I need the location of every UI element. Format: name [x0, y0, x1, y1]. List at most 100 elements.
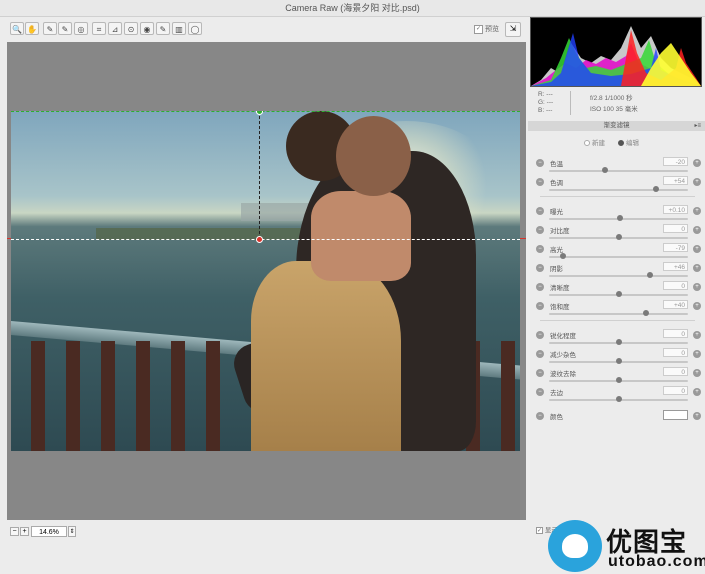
slider-increase-icon[interactable]: +: [693, 226, 701, 234]
red-eye-tool-button[interactable]: ◉: [140, 22, 154, 35]
mode-edit-radio[interactable]: [618, 140, 624, 147]
slider-track[interactable]: [549, 272, 688, 278]
slider-row: − 减少杂色 0 +: [536, 347, 701, 366]
crop-tool-button[interactable]: ⌗: [92, 22, 106, 35]
panel-menu-icon[interactable]: ▸≡: [694, 121, 701, 131]
preview-checkbox[interactable]: ✓: [474, 24, 484, 34]
slider-increase-icon[interactable]: +: [693, 350, 701, 358]
slider-thumb[interactable]: [559, 253, 566, 259]
zoom-level-field[interactable]: 14.6%: [31, 526, 67, 537]
slider-decrease-icon[interactable]: −: [536, 283, 544, 291]
slider-value-field[interactable]: +46: [663, 262, 688, 271]
slider-increase-icon[interactable]: +: [693, 178, 701, 186]
color-reset-icon[interactable]: −: [536, 412, 544, 420]
slider-decrease-icon[interactable]: −: [536, 207, 544, 215]
mode-new-radio[interactable]: [584, 140, 590, 147]
mode-edit-option[interactable]: 编辑: [618, 137, 639, 147]
slider-decrease-icon[interactable]: −: [536, 388, 544, 396]
mode-new-label: 新建: [592, 140, 605, 147]
slider-value-field[interactable]: 0: [663, 281, 688, 290]
slider-value-field[interactable]: -20: [663, 157, 688, 166]
slider-increase-icon[interactable]: +: [693, 264, 701, 272]
slider-decrease-icon[interactable]: −: [536, 226, 544, 234]
hand-tool-button[interactable]: ✋: [25, 22, 39, 35]
filter-start-line[interactable]: [11, 111, 520, 112]
adjustment-brush-tool-button[interactable]: ✎: [156, 22, 170, 35]
slider-thumb[interactable]: [653, 186, 660, 192]
slider-thumb[interactable]: [601, 167, 608, 173]
photo-preview[interactable]: [11, 111, 520, 451]
slider-thumb[interactable]: [647, 272, 654, 278]
color-sampler-tool-button[interactable]: ✎: [58, 22, 72, 35]
slider-increase-icon[interactable]: +: [693, 207, 701, 215]
slider-value-field[interactable]: 0: [663, 348, 688, 357]
radial-filter-tool-button[interactable]: ◯: [188, 22, 202, 35]
slider-decrease-icon[interactable]: −: [536, 159, 544, 167]
slider-decrease-icon[interactable]: −: [536, 369, 544, 377]
filter-axis-line[interactable]: [259, 111, 260, 239]
slider-value-field[interactable]: 0: [663, 367, 688, 376]
slider-track[interactable]: [549, 377, 688, 383]
targeted-adjust-tool-button[interactable]: ◎: [74, 22, 88, 35]
slider-decrease-icon[interactable]: −: [536, 264, 544, 272]
slider-decrease-icon[interactable]: −: [536, 331, 544, 339]
filter-end-pin[interactable]: [256, 236, 263, 243]
slider-value-field[interactable]: -79: [663, 243, 688, 252]
slider-increase-icon[interactable]: +: [693, 369, 701, 377]
straighten-tool-button[interactable]: ⊿: [108, 22, 122, 35]
slider-decrease-icon[interactable]: −: [536, 178, 544, 186]
slider-value-field[interactable]: +54: [663, 176, 688, 185]
readout-g: G: ---: [538, 99, 554, 106]
slider-track[interactable]: [549, 291, 688, 297]
slider-track[interactable]: [549, 186, 688, 192]
slider-increase-icon[interactable]: +: [693, 159, 701, 167]
graduated-filter-tool-button[interactable]: ▥: [172, 22, 186, 35]
slider-value-field[interactable]: +40: [663, 300, 688, 309]
slider-thumb[interactable]: [643, 310, 650, 316]
slider-decrease-icon[interactable]: −: [536, 302, 544, 310]
slider-increase-icon[interactable]: +: [693, 283, 701, 291]
show-overlay-checkbox[interactable]: ✓: [536, 526, 543, 534]
slider-decrease-icon[interactable]: −: [536, 245, 544, 253]
mode-new-option[interactable]: 新建: [584, 137, 605, 147]
filter-start-pin[interactable]: [256, 111, 263, 115]
slider-track[interactable]: [549, 396, 688, 402]
slider-value-field[interactable]: +0.10: [663, 205, 688, 214]
slider-decrease-icon[interactable]: −: [536, 350, 544, 358]
slider-value-field[interactable]: 0: [663, 329, 688, 338]
slider-track[interactable]: [549, 215, 688, 221]
slider-increase-icon[interactable]: +: [693, 388, 701, 396]
slider-thumb[interactable]: [615, 358, 622, 364]
image-canvas[interactable]: [7, 42, 526, 520]
slider-track[interactable]: [549, 234, 688, 240]
slider-track[interactable]: [549, 358, 688, 364]
slider-track[interactable]: [549, 339, 688, 345]
slider-thumb[interactable]: [615, 234, 622, 240]
filter-end-line[interactable]: [11, 239, 520, 240]
slider-thumb[interactable]: [615, 339, 622, 345]
color-swatch[interactable]: [663, 410, 688, 420]
slider-thumb[interactable]: [615, 291, 622, 297]
zoom-out-icon[interactable]: −: [10, 527, 19, 536]
slider-increase-icon[interactable]: +: [693, 331, 701, 339]
spot-removal-tool-button[interactable]: ⊙: [124, 22, 138, 35]
zoom-in-icon[interactable]: +: [20, 527, 29, 536]
zoom-tool-button[interactable]: 🔍: [10, 22, 24, 35]
color-plus-icon[interactable]: +: [693, 412, 701, 420]
white-balance-tool-button[interactable]: ✎: [43, 22, 57, 35]
zoom-dropdown-icon[interactable]: ⇕: [68, 526, 76, 537]
woman-shoulders: [311, 191, 411, 281]
color-row: − 颜色 +: [536, 409, 701, 423]
slider-thumb[interactable]: [615, 396, 622, 402]
preview-toggle[interactable]: ✓ 预览: [474, 24, 499, 34]
slider-track[interactable]: [549, 167, 688, 173]
slider-track[interactable]: [549, 253, 688, 259]
slider-thumb[interactable]: [616, 215, 623, 221]
fullscreen-icon[interactable]: ⇲: [505, 22, 521, 37]
slider-thumb[interactable]: [615, 377, 622, 383]
slider-increase-icon[interactable]: +: [693, 245, 701, 253]
slider-increase-icon[interactable]: +: [693, 302, 701, 310]
slider-value-field[interactable]: 0: [663, 224, 688, 233]
slider-track[interactable]: [549, 310, 688, 316]
slider-value-field[interactable]: 0: [663, 386, 688, 395]
